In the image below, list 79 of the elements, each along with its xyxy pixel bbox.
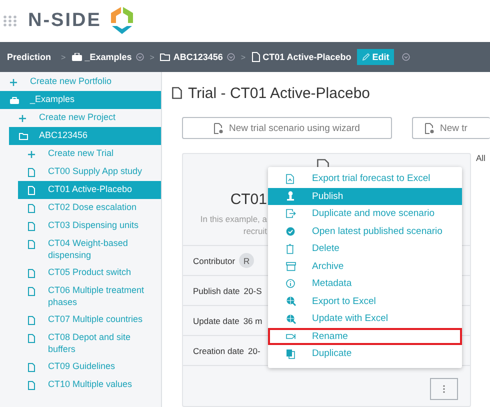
menu-item[interactable]: Update with Excel [268, 310, 462, 328]
page-title: Trial - CT01 Active-Placebo [188, 84, 370, 102]
tree-item[interactable]: CT04 Weight-based dispensing [18, 235, 161, 264]
tree-item[interactable]: CT01 Active-Placebo [18, 181, 161, 199]
folder-icon [160, 53, 170, 61]
menu-item[interactable]: Publish [268, 188, 462, 205]
menu-item[interactable]: Duplicate and move scenario [268, 205, 462, 222]
brand-name: N-SIDE [28, 10, 102, 32]
plus-icon [19, 114, 26, 122]
breadcrumb-link[interactable]: CT01 Active-Placebo [262, 52, 352, 62]
tree-item[interactable]: CT07 Multiple countries [18, 311, 161, 329]
hexagon-logo-drawing [109, 6, 136, 36]
document-icon [172, 87, 182, 99]
breadcrumb-link[interactable]: Prediction [7, 52, 52, 62]
tree-item[interactable]: Create new Project [9, 109, 161, 127]
tree-item[interactable]: CT06 Multiple treatment phases [18, 282, 161, 311]
tree-item[interactable]: _Examples [0, 91, 161, 109]
document-icon [252, 52, 260, 62]
document-plus-icon [214, 122, 224, 134]
field-label: Contributor [193, 256, 236, 266]
apps-grid-icon[interactable] [3, 15, 18, 27]
briefcase-icon [72, 53, 82, 61]
menu-item[interactable]: Archive [268, 258, 462, 275]
tree-item[interactable]: CT08 Depot and site buffers [18, 329, 161, 358]
card-description: recruit [243, 225, 267, 237]
tree-item[interactable]: ABC123456 [9, 127, 161, 145]
chevron-circle-icon[interactable] [136, 53, 144, 61]
new-scenario-button[interactable]: New tr [412, 117, 490, 139]
check-circle-icon [286, 226, 295, 236]
field-value: 20-S [244, 286, 262, 296]
plus-icon [28, 150, 35, 158]
field-label: Update date [193, 316, 240, 326]
trash-icon [286, 244, 294, 254]
more-options-button[interactable] [430, 378, 458, 400]
menu-item[interactable]: Export to Excel [268, 292, 462, 310]
new-scenario-button[interactable]: New trial scenario using wizard [182, 117, 392, 139]
document-plus-icon [425, 122, 434, 134]
tree-item[interactable]: CT02 Dose escalation [18, 199, 161, 217]
card-title: CT01 [230, 191, 267, 208]
menu-item[interactable]: Metadata [268, 275, 462, 292]
tree-item[interactable]: Create new Trial [18, 145, 161, 163]
menu-item[interactable]: Delete [268, 240, 462, 258]
tree-item[interactable]: CT10 Multiple values [18, 376, 161, 394]
tree-item[interactable]: CT03 Dispensing units [18, 217, 161, 235]
tree-item[interactable]: CT00 Supply App study [18, 163, 161, 181]
tree-item[interactable]: CT09 Guidelines [18, 358, 161, 376]
exit-icon [286, 209, 296, 218]
edit-button[interactable]: Edit [357, 49, 394, 65]
info-icon [286, 279, 295, 288]
breadcrumb-link[interactable]: ABC123456 [173, 52, 223, 62]
tree-item[interactable]: CT05 Product switch [18, 264, 161, 282]
menu-item[interactable]: Open latest published scenario [268, 222, 462, 240]
tag-icon [286, 332, 297, 340]
breadcrumb-separator: > [240, 52, 246, 62]
document-icon [317, 159, 329, 167]
chevron-circle-icon[interactable] [226, 53, 235, 61]
file-excel-icon [286, 174, 294, 184]
breadcrumb-separator: > [61, 52, 66, 62]
field-label: Creation date [193, 346, 244, 356]
breadcrumb-separator: > [150, 52, 154, 62]
plus-icon [10, 78, 17, 86]
filter-label: All [476, 153, 486, 165]
field-value: 20- [248, 346, 260, 356]
folder-icon [19, 132, 28, 140]
pencil-icon [362, 53, 370, 61]
menu-item[interactable]: Duplicate [268, 345, 462, 362]
avatar: R [239, 253, 254, 268]
person-icon [286, 191, 295, 202]
menu-item[interactable]: Rename [268, 328, 462, 345]
copy-icon [286, 348, 295, 359]
field-value: 36 m [243, 316, 262, 326]
tree-item[interactable]: Create new Portfolio [0, 73, 161, 91]
archive-icon [286, 262, 296, 271]
field-label: Publish date [193, 286, 240, 296]
menu-item[interactable]: Export trial forecast to Excel [268, 170, 462, 188]
card-description: In this example, a [200, 213, 267, 225]
briefcase-icon [10, 96, 19, 104]
breadcrumb-link[interactable]: _Examples [84, 52, 132, 62]
chevron-circle-icon[interactable] [402, 53, 410, 61]
